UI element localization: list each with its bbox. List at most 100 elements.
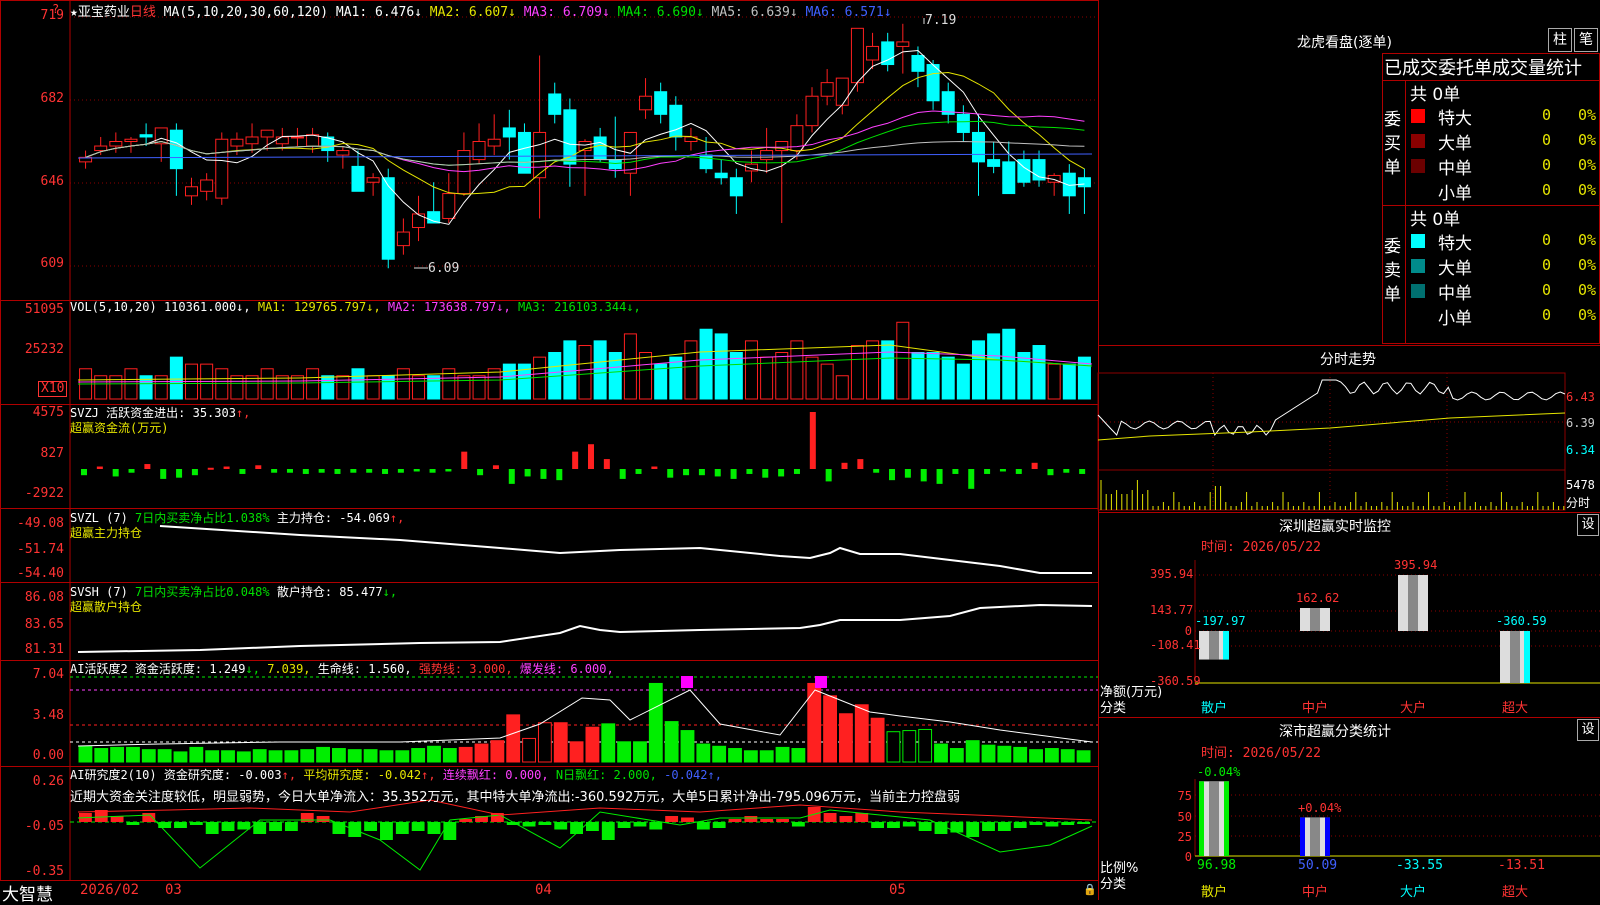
sz-class-bar-shade — [1209, 781, 1219, 856]
svzj-bar — [176, 469, 183, 478]
sz-monitor-settings-button[interactable]: 设 — [1577, 514, 1599, 536]
column-view-button[interactable]: 柱 — [1548, 28, 1572, 52]
sell-legend-swatch — [1411, 259, 1425, 273]
svzj-bar — [714, 469, 721, 477]
ai1-bar — [918, 728, 933, 763]
volume-bar — [775, 352, 789, 400]
volume-bar — [351, 368, 365, 400]
ai2-comment: 近期大资金关注度较低，明显弱势，今日大单净流入：35.352万元，其中特大单净流… — [70, 790, 961, 805]
ai1-burst-marker — [681, 676, 693, 688]
volume-bar — [1062, 363, 1076, 400]
sz-monitor-y-label: -108.41 — [1150, 638, 1201, 652]
volume-bar — [412, 375, 426, 400]
stock-terminal-canvas — [0, 0, 1600, 900]
ai1-bar — [601, 723, 616, 763]
ai2-bar — [538, 822, 552, 825]
svzj-y-label-1: 4575 — [32, 405, 64, 420]
x-axis-month-04: 04 — [535, 882, 552, 898]
intraday-avg-line — [1097, 412, 1566, 441]
buy-row-value: 0 — [1542, 106, 1552, 124]
ai1-bar — [316, 746, 330, 763]
sell-legend-swatch — [1411, 234, 1425, 248]
period-label[interactable]: 日线 — [130, 5, 156, 20]
svzj-bar — [429, 469, 436, 473]
vol-value-1: 110361.000↓, — [163, 300, 251, 314]
ma-value-3: MA3: 6.709↓ — [515, 5, 610, 20]
ai2-bar — [142, 813, 156, 822]
sell-row-name: 大单 — [1438, 259, 1472, 279]
ma-params: MA(5,10,20,30,60,120) — [163, 5, 329, 20]
vol-values: 110361.000↓, MA1: 129765.797↓, MA2: 1736… — [164, 300, 641, 314]
volume-bar — [639, 352, 653, 400]
ai1-bar — [474, 743, 489, 763]
ai2-bar — [950, 822, 964, 833]
ai2-p5: -0.042↑, — [664, 768, 722, 782]
tick-view-button[interactable]: 笔 — [1574, 28, 1598, 52]
candle-body — [502, 127, 516, 138]
svzj-bar — [96, 466, 103, 469]
volume-bar — [396, 368, 410, 400]
volume-bar — [563, 340, 577, 400]
intraday-label: 分时 — [1566, 496, 1591, 510]
ai1-bar — [395, 750, 410, 763]
lock-icon[interactable]: 🔒 — [1083, 883, 1097, 896]
ai1-bar — [94, 748, 109, 763]
ai1-bar — [363, 749, 378, 763]
ma-value-5: MA5: 6.639↓ — [703, 5, 798, 20]
buy-row-value: 0 — [1542, 156, 1552, 174]
svzl-y-label-2: -51.74 — [17, 542, 64, 557]
kline-y-label-3: 646 — [40, 174, 64, 189]
ai1-y-label-2: 3.48 — [32, 708, 64, 723]
sz-class-settings-button[interactable]: 设 — [1577, 719, 1599, 741]
candle-body — [639, 95, 653, 111]
sz-class-category: 散户 — [1201, 885, 1228, 900]
stats-tabs[interactable]: 已成交委托单成交量统计 — [1384, 54, 1598, 80]
candle-body — [608, 159, 622, 170]
buy-total: 共 0单 — [1410, 85, 1461, 105]
svzj-bar — [1063, 469, 1070, 473]
ma-value-6: MA6: 6.571↓ — [797, 5, 892, 20]
volume-bar — [94, 375, 108, 400]
candle-body — [987, 159, 1001, 167]
lhb-title: 龙虎看盘(逐单) — [1297, 35, 1392, 51]
ai2-bar — [126, 822, 140, 825]
candle-body — [245, 136, 259, 145]
ai2-bar — [1077, 822, 1090, 824]
stock-name[interactable]: ★亚宝药业 — [70, 5, 130, 20]
ai1-bar — [759, 750, 774, 763]
ai1-bar — [775, 746, 790, 763]
sz-monitor-bar-value: 162.62 — [1296, 590, 1340, 605]
candle-body — [956, 113, 970, 133]
ai1-p5: 爆发线: 6.000, — [519, 662, 614, 676]
sz-class-cat-label: 分类 — [1100, 877, 1127, 892]
sell-row-value: 0 — [1542, 281, 1552, 299]
sz-class-change-label: +0.04% — [1298, 801, 1342, 816]
ai2-bar — [649, 822, 663, 830]
svzj-bar — [508, 469, 515, 484]
ai1-bar — [300, 749, 315, 763]
ai2-y-label-2: -0.05 — [24, 819, 64, 834]
sz-monitor-category: 超大 — [1502, 701, 1529, 716]
buy-row-percent: 0% — [1578, 156, 1597, 174]
volume-bar — [714, 333, 728, 400]
buy-row-name: 小单 — [1438, 184, 1472, 204]
svzl-line — [159, 525, 1092, 574]
svzl-arrow: ↑, — [389, 511, 405, 525]
buy-row-value: 0 — [1542, 131, 1552, 149]
candle-body — [835, 77, 849, 106]
svzj-bar — [81, 469, 87, 476]
volume-bar — [866, 340, 880, 400]
sz-monitor-bar-shade — [1408, 575, 1418, 631]
ai2-bar — [364, 822, 378, 831]
sz-class-change-label: -0.04% — [1197, 765, 1241, 780]
svzj-bar — [762, 469, 769, 478]
ai1-bar — [934, 743, 948, 763]
ai2-bar — [427, 822, 441, 834]
buy-legend-swatch — [1411, 134, 1425, 148]
sell-row-value: 0 — [1542, 256, 1552, 274]
ai1-bar — [648, 682, 663, 763]
svzj-y-label-3: -2922 — [24, 486, 64, 501]
candle-body — [881, 41, 895, 66]
svzj-name: SVZJ — [70, 406, 99, 420]
svzj-bar — [112, 469, 119, 477]
